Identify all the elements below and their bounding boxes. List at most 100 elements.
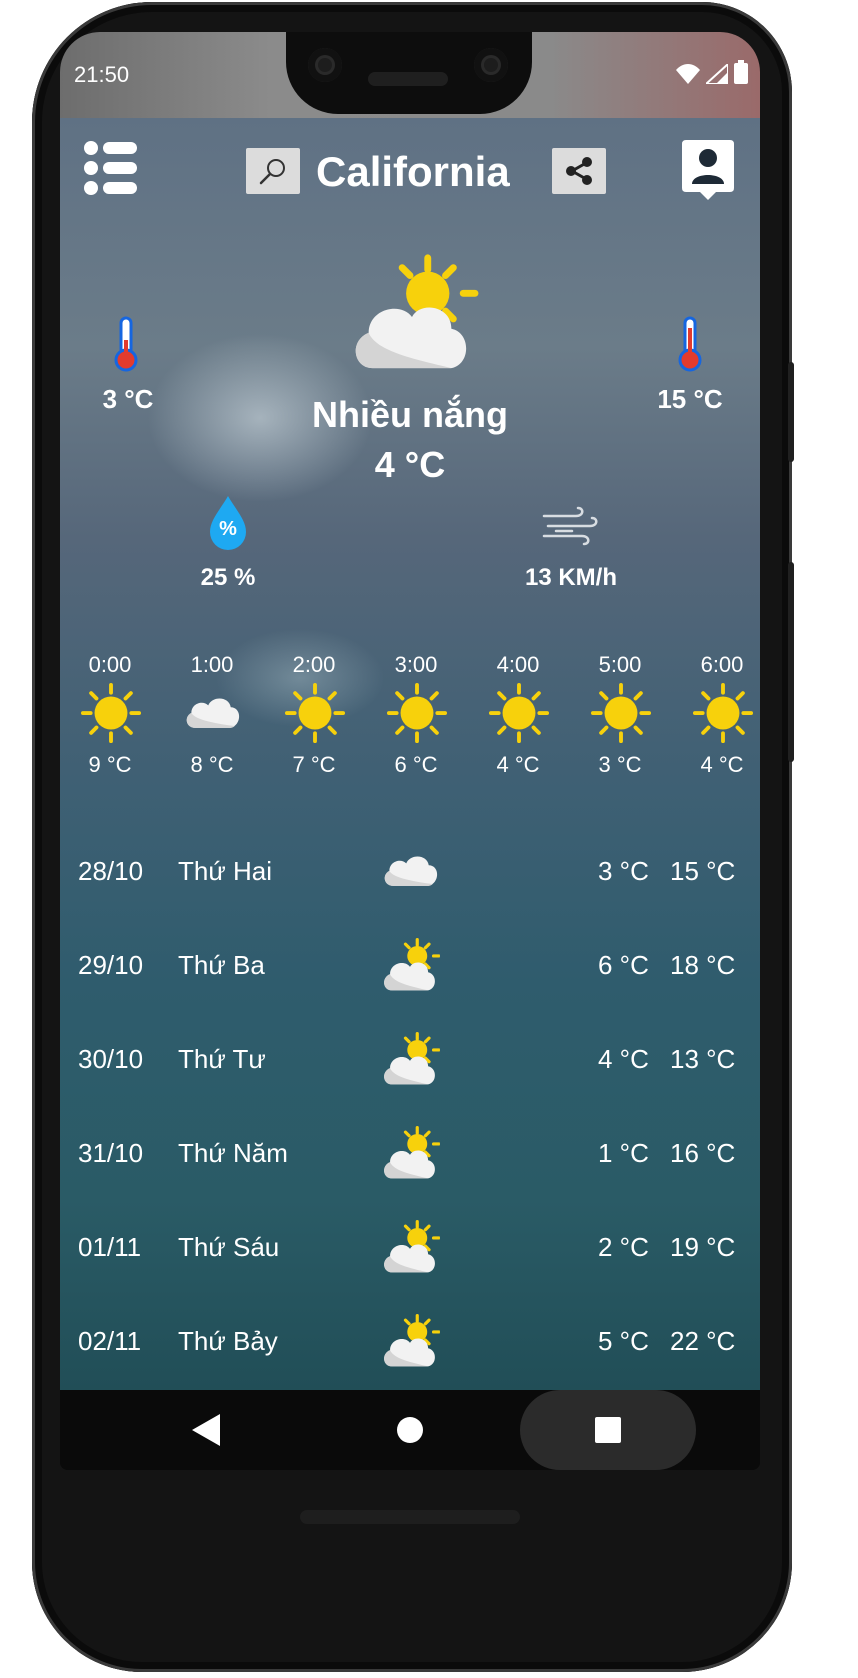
day-name: Thứ Bảy xyxy=(178,1326,278,1356)
hour-temp: 8 °C xyxy=(190,752,234,777)
search-button[interactable] xyxy=(246,148,300,194)
thermometer-min-icon xyxy=(114,316,138,372)
sun-icon xyxy=(488,682,550,744)
front-camera-2 xyxy=(474,48,508,82)
day-min-temp: 5 °C xyxy=(598,1326,649,1356)
day-name: Thứ Năm xyxy=(178,1138,288,1168)
thermometer-max-icon xyxy=(678,316,702,372)
profile-button[interactable] xyxy=(682,140,734,202)
hour-item: 0:00 9 °C xyxy=(60,628,160,778)
hour-temp: 6 °C xyxy=(394,752,438,777)
min-temp: 3 °C xyxy=(102,384,154,414)
recents-icon xyxy=(595,1417,621,1443)
day-name: Thứ Sáu xyxy=(178,1232,280,1262)
partly-sunny-icon xyxy=(380,1030,440,1088)
bottom-speaker xyxy=(300,1510,520,1524)
day-max-temp: 19 °C xyxy=(670,1232,736,1262)
status-time: 21:50 xyxy=(74,62,130,87)
max-temp: 15 °C xyxy=(657,384,723,414)
city-title: California xyxy=(316,148,510,195)
user-icon xyxy=(682,140,734,200)
partly-sunny-icon xyxy=(380,1218,440,1276)
hour-time: 3:00 xyxy=(394,652,438,677)
day-name: Thứ Hai xyxy=(178,856,272,886)
day-min-temp: 4 °C xyxy=(598,1044,649,1074)
battery-icon xyxy=(734,60,748,84)
day-min-temp: 3 °C xyxy=(598,856,649,886)
day-row[interactable]: 01/11 Thứ Sáu 2 °C 19 °C xyxy=(60,1218,760,1278)
status-bar: 21:50 xyxy=(60,32,760,118)
hour-item: 3:00 6 °C xyxy=(366,628,466,778)
day-min-temp: 6 °C xyxy=(598,950,649,980)
hour-time: 4:00 xyxy=(496,652,540,677)
navigation-bar xyxy=(60,1390,760,1470)
signal-icon xyxy=(706,64,728,84)
screen: 21:50 California 3 °C 15 °C Nhiều nắng 4… xyxy=(60,32,760,1470)
partly-sunny-icon xyxy=(380,1312,440,1370)
cloud-icon xyxy=(182,692,242,730)
day-max-temp: 16 °C xyxy=(670,1138,736,1168)
search-icon xyxy=(259,159,285,185)
day-date: 31/10 xyxy=(78,1138,144,1168)
share-icon xyxy=(566,157,592,185)
sun-icon xyxy=(590,682,652,744)
day-date: 29/10 xyxy=(78,950,144,980)
day-max-temp: 15 °C xyxy=(670,856,736,886)
day-min-temp: 2 °C xyxy=(598,1232,649,1262)
day-name: Thứ Tư xyxy=(178,1044,266,1074)
weather-content: California 3 °C 15 °C Nhiều nắng 4 °C % … xyxy=(60,118,760,1390)
day-row[interactable]: 31/10 Thứ Năm 1 °C 16 °C xyxy=(60,1124,760,1184)
day-max-temp: 13 °C xyxy=(670,1044,736,1074)
day-min-temp: 1 °C xyxy=(598,1138,649,1168)
hour-item: 6:00 4 °C xyxy=(672,628,760,778)
home-icon[interactable] xyxy=(394,1414,426,1446)
condition-text: Nhiều nắng xyxy=(312,394,508,435)
power-button xyxy=(788,562,794,762)
sun-icon xyxy=(386,682,448,744)
day-row[interactable]: 02/11 Thứ Bảy 5 °C 22 °C xyxy=(60,1312,760,1372)
hour-temp: 7 °C xyxy=(292,752,336,777)
partly-sunny-icon xyxy=(380,1124,440,1182)
daily-forecast: 28/10 Thứ Hai 3 °C 15 °C 29/10 Thứ Ba 6 … xyxy=(60,818,760,1378)
hour-time: 2:00 xyxy=(292,652,336,677)
hour-temp: 4 °C xyxy=(700,752,744,777)
current-temp: 4 °C xyxy=(374,444,446,485)
hour-time: 6:00 xyxy=(700,652,744,677)
day-max-temp: 22 °C xyxy=(670,1326,736,1356)
sun-icon xyxy=(284,682,346,744)
hourly-forecast[interactable]: 0:00 9 °C 1:00 8 °C 2:00 7 °C 3:00 6 °C … xyxy=(60,628,760,778)
hour-item: 4:00 4 °C xyxy=(468,628,568,778)
hour-temp: 3 °C xyxy=(598,752,642,777)
day-row[interactable]: 29/10 Thứ Ba 6 °C 18 °C xyxy=(60,936,760,996)
sun-icon xyxy=(692,682,754,744)
day-row[interactable]: 28/10 Thứ Hai 3 °C 15 °C xyxy=(60,842,760,902)
menu-list-icon xyxy=(84,141,137,195)
share-button[interactable] xyxy=(552,148,606,194)
wind-value: 13 KM/h xyxy=(524,564,617,591)
recents-button[interactable] xyxy=(520,1390,696,1470)
humidity-icon: % xyxy=(208,494,248,552)
hour-time: 5:00 xyxy=(598,652,642,677)
volume-button xyxy=(788,362,794,462)
hour-time: 0:00 xyxy=(88,652,132,677)
humidity-value: 25 % xyxy=(200,564,256,591)
day-max-temp: 18 °C xyxy=(670,950,736,980)
hour-temp: 9 °C xyxy=(88,752,132,777)
hour-time: 1:00 xyxy=(190,652,234,677)
wifi-icon xyxy=(676,64,700,84)
day-date: 02/11 xyxy=(78,1326,142,1356)
hour-item: 5:00 3 °C xyxy=(570,628,670,778)
system-icons xyxy=(676,60,748,84)
day-row[interactable]: 30/10 Thứ Tư 4 °C 13 °C xyxy=(60,1030,760,1090)
camera-notch xyxy=(286,32,532,114)
menu-button[interactable] xyxy=(82,140,138,196)
partly-sunny-large-icon xyxy=(344,250,480,376)
sun-icon xyxy=(80,682,142,744)
day-date: 01/11 xyxy=(78,1232,142,1262)
partly-sunny-icon xyxy=(380,936,440,994)
back-icon[interactable] xyxy=(190,1412,224,1448)
earpiece xyxy=(368,72,448,86)
hour-item: 2:00 7 °C xyxy=(264,628,364,778)
day-date: 30/10 xyxy=(78,1044,144,1074)
hour-item: 1:00 8 °C xyxy=(162,628,262,778)
